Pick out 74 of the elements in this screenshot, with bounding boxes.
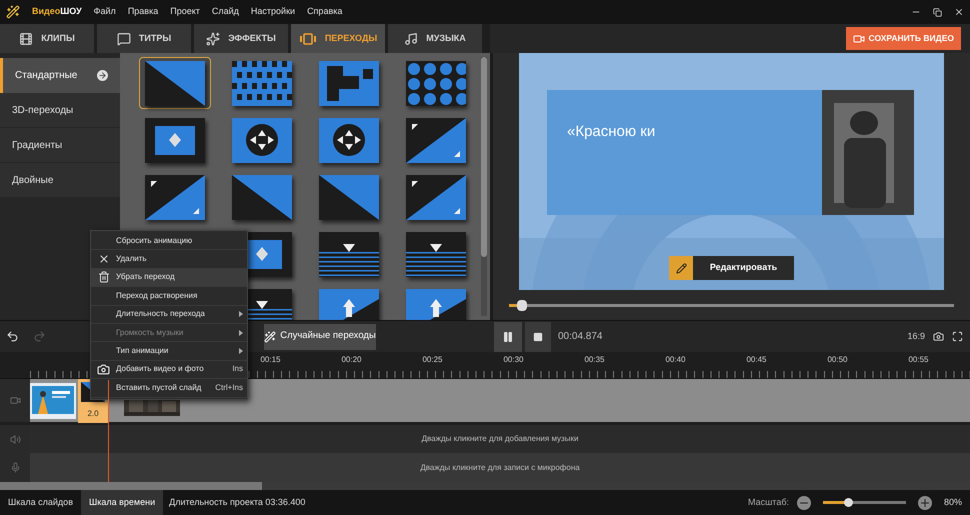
menu-item[interactable]: Переход растворения [91,287,247,306]
tab[interactable]: ПЕРЕХОДЫ [291,24,385,53]
menu-item[interactable]: Правка [128,5,158,19]
zoom-label: Масштаб: [748,496,789,509]
zoom-value: 80% [944,496,962,509]
category-item[interactable]: Градиенты [0,128,120,163]
category-item[interactable]: Стандартные [0,58,120,93]
pause-icon [502,330,514,342]
zoom-slider[interactable] [822,501,906,504]
menu-item[interactable]: Сбросить анимацию [91,232,247,250]
stop-icon [533,332,543,342]
ruler-label: 00:35 [584,354,605,366]
zoom-out-icon[interactable] [796,496,811,510]
ruler-label: 00:40 [665,354,686,366]
camera-icon [97,362,110,376]
ruler-label: 00:45 [746,354,767,366]
video-camera-icon [852,32,865,44]
ruler-label: 00:55 [908,354,929,366]
close-icon[interactable] [954,7,964,17]
menu-item[interactable]: Слайд [212,5,239,19]
trash-icon [98,271,110,284]
stop-button[interactable] [525,322,551,352]
menu-item[interactable]: Файл [94,5,116,19]
menu-item[interactable]: Справка [307,5,342,19]
close-icon [98,253,110,266]
tab[interactable]: КЛИПЫ [0,24,94,53]
menu-item[interactable]: Тип анимации [91,342,247,361]
speech-bubble-icon [116,32,131,46]
camera-icon[interactable] [933,331,944,342]
aspect-ratio[interactable]: 16:9 [907,330,925,344]
video-track-icon [10,395,20,406]
zoom-in-icon[interactable] [918,496,932,510]
playback-time: 00:04.874 [558,330,602,344]
transition-thumbnail[interactable] [139,57,211,109]
edit-button[interactable]: Редактировать [669,256,794,280]
music-note-icon [404,32,418,46]
restore-icon[interactable] [933,8,942,16]
tab[interactable]: МУЗЫКА [388,24,482,53]
horizontal-scrollbar[interactable] [0,482,970,490]
transition-duration: 2.0 [87,408,99,420]
tab[interactable]: ТИТРЫ [97,24,191,53]
pencil-icon [676,262,686,274]
random-transitions-button[interactable]: Случайные переходы [264,324,376,350]
undo-icon[interactable] [6,330,19,343]
sparkle-icon [206,32,220,46]
music-track-hint: Дважды кликните для добавления музыки [422,433,578,445]
project-duration: Длительность проекта 03:36.400 [169,496,306,509]
menu-item[interactable]: Длительность перехода [91,306,247,324]
category-item[interactable]: 3D-переходы [0,93,120,128]
magic-wand-icon [6,5,20,19]
category-item[interactable]: Двойные [0,163,120,198]
menu-item[interactable]: Убрать переход [91,268,247,288]
ruler-label: 00:50 [827,354,848,366]
microphone-icon [10,462,20,473]
tab[interactable]: ЭФФЕКТЫ [194,24,288,53]
film-icon [19,32,34,46]
speaker-icon [10,434,20,444]
fullscreen-icon[interactable] [952,331,963,342]
menu-item[interactable]: Настройки [250,5,296,19]
pause-button[interactable] [494,322,522,352]
magic-wand-icon [264,330,276,342]
view-tab[interactable]: Шкала времени [80,490,164,515]
transition-icon [298,32,317,44]
ruler-label: 00:25 [422,354,443,366]
view-tab[interactable]: Шкала слайдов [0,490,81,515]
slide-text: «Красною ки [567,122,656,142]
microphone-track-hint: Дважды кликните для записи с микрофона [420,462,580,474]
ruler-label: 00:20 [341,354,362,366]
scrollbar[interactable] [481,57,487,316]
ruler-label: 00:30 [503,354,524,366]
ruler-label: 00:15 [260,354,281,366]
app-name: ВидеоШОУ [32,5,82,18]
menu-item[interactable]: Добавить видео и фото Ins [91,360,247,380]
menu-item[interactable]: Проект [170,5,200,19]
